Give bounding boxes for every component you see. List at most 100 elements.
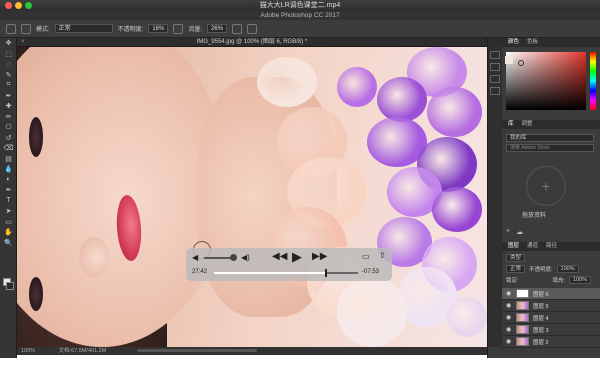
flow-input[interactable]: 26% [207,24,228,33]
airplay-icon[interactable]: ▭ [362,252,370,261]
eye-upper [29,117,43,157]
stock-search-input[interactable]: 搜索 Adobe Stock [506,144,594,152]
pressure-opacity-icon[interactable] [173,23,184,34]
flower-petal [427,87,482,137]
close-document-icon[interactable]: × [21,38,25,47]
rewind-icon[interactable]: ◀◀ [272,251,287,262]
layer-visibility-icon[interactable]: ◉ [506,326,512,333]
stamp-icon[interactable]: ⎔ [0,122,17,133]
brush-icon[interactable]: ✏ [0,112,17,123]
background-color-swatch[interactable] [6,282,14,290]
library-cloud-icon[interactable]: ☁ [516,228,523,236]
layer-kind-select[interactable]: 类型 [506,253,526,262]
layer-visibility-icon[interactable]: ◉ [506,290,512,297]
fast-forward-icon[interactable]: ▶▶ [312,251,327,262]
lasso-icon[interactable]: ◌ [0,59,17,70]
progress-fill [214,272,327,274]
blend-row: 正常 不透明度: 100% [502,264,600,273]
horizontal-scrollbar[interactable] [137,349,257,352]
shape-icon[interactable]: ▭ [0,217,17,228]
hand-icon[interactable]: ✋ [0,227,17,238]
library-tabs: 库 调整 [502,120,600,129]
library-add-icon[interactable]: + [526,166,566,206]
progress-playhead[interactable] [325,269,328,277]
quick-select-icon[interactable]: ✎ [0,70,17,81]
dodge-icon[interactable]: ◐ [0,175,17,186]
crop-icon[interactable]: ⌗ [0,80,17,91]
layer-row[interactable]: ◉ 图层 3 [502,324,600,336]
blend-mode-select[interactable]: 正常 [506,264,526,273]
tab-swatches[interactable]: 色板 [527,38,538,47]
color-picker-ring[interactable] [518,60,524,66]
volume-knob[interactable] [230,254,237,261]
airbrush-icon[interactable] [232,23,243,34]
share-icon[interactable]: ⇧ [379,251,386,260]
path-select-icon[interactable]: ➤ [0,206,17,217]
layer-visibility-icon[interactable]: ◉ [506,314,512,321]
close-window-button[interactable] [5,2,12,9]
marquee-icon[interactable]: ⬚ [0,49,17,60]
document-tab[interactable]: × IMG_9554.jpg @ 100% (图层 6, RGB/8) * [17,38,487,47]
layer-row[interactable]: ◉ 图层 4 [502,312,600,324]
play-icon[interactable]: ▶ [292,249,302,265]
properties-panel-icon[interactable] [490,63,500,71]
fill-input[interactable]: 100% [569,275,592,284]
tab-layers[interactable]: 图层 [508,242,519,251]
layer-row[interactable]: ◉ 图层 6 [502,288,600,300]
opacity-input[interactable]: 16% [148,24,169,33]
elapsed-time: 27:42 [192,269,208,275]
foreground-color-chip[interactable] [505,56,513,64]
video-controls: ◀ ◀) ◀◀ ▶ ▶▶ ▭ ⇧ 27:42 -07:53 [186,248,392,281]
healing-icon[interactable]: ✚ [0,101,17,112]
tab-adjustments[interactable]: 调整 [522,120,533,129]
eraser-icon[interactable]: ⌫ [0,143,17,154]
layer-thumbnail [516,325,529,334]
minimize-window-button[interactable] [15,2,22,9]
history-panel-icon[interactable] [490,51,500,59]
flower-petal [337,67,377,107]
fill-label: 填充: [552,277,566,284]
volume-high-icon[interactable]: ◀) [241,253,250,262]
character-panel-icon[interactable] [490,87,500,95]
eyedropper-icon[interactable]: ✒ [0,91,17,102]
flower-petal [337,277,407,347]
brush-preset-icon[interactable] [6,23,16,34]
layer-opacity-input[interactable]: 100% [556,264,579,273]
panel-icon-strip [488,47,502,347]
library-select[interactable]: 我的库 [506,134,594,142]
brush-panel-icon[interactable] [490,75,500,83]
image-canvas[interactable] [17,47,487,347]
progress-track[interactable] [214,269,358,277]
options-bar: 模式: 正常 不透明度: 16% 流量: 26% [0,20,600,38]
app-title: Adobe Photoshop CC 2017 [260,12,340,19]
flower-petal [432,187,482,232]
lock-row: 锁定: 填充: 100% [502,275,600,284]
layer-row[interactable]: ◉ 图层 2 [502,336,600,348]
tab-paths[interactable]: 路径 [546,242,557,251]
zoom-level[interactable]: 100% [21,348,35,354]
pressure-size-icon[interactable] [247,23,258,34]
document-size[interactable]: 文档:67.5M/401.2M [59,348,107,354]
eye-lower [29,277,43,311]
tab-channels[interactable]: 通道 [527,242,538,251]
move-icon[interactable]: ✥ [0,38,17,49]
tab-color[interactable]: 颜色 [508,38,519,47]
zoom-window-button[interactable] [25,2,32,9]
layer-visibility-icon[interactable]: ◉ [506,302,512,309]
layer-visibility-icon[interactable]: ◉ [506,338,512,345]
blur-icon[interactable]: 💧 [0,164,17,175]
hue-slider[interactable] [590,52,596,110]
history-brush-icon[interactable]: ↺ [0,133,17,144]
tools-panel: ✥ ⬚ ◌ ✎ ⌗ ✒ ✚ ✏ ⎔ ↺ ⌫ ▤ 💧 ◐ ✒ T ➤ ▭ ✋ 🔍 [0,38,17,358]
library-add-content-icon[interactable]: + [506,228,510,236]
mode-select[interactable]: 正常 [54,24,113,33]
layer-row[interactable]: ◉ 图层 5 [502,300,600,312]
window-controls [5,2,32,9]
pen-icon[interactable]: ✒ [0,185,17,196]
zoom-icon[interactable]: 🔍 [0,238,17,249]
volume-low-icon[interactable]: ◀ [192,253,198,262]
brush-settings-icon[interactable] [21,23,31,34]
type-icon[interactable]: T [0,196,17,207]
tab-libraries[interactable]: 库 [508,120,514,129]
gradient-icon[interactable]: ▤ [0,154,17,165]
